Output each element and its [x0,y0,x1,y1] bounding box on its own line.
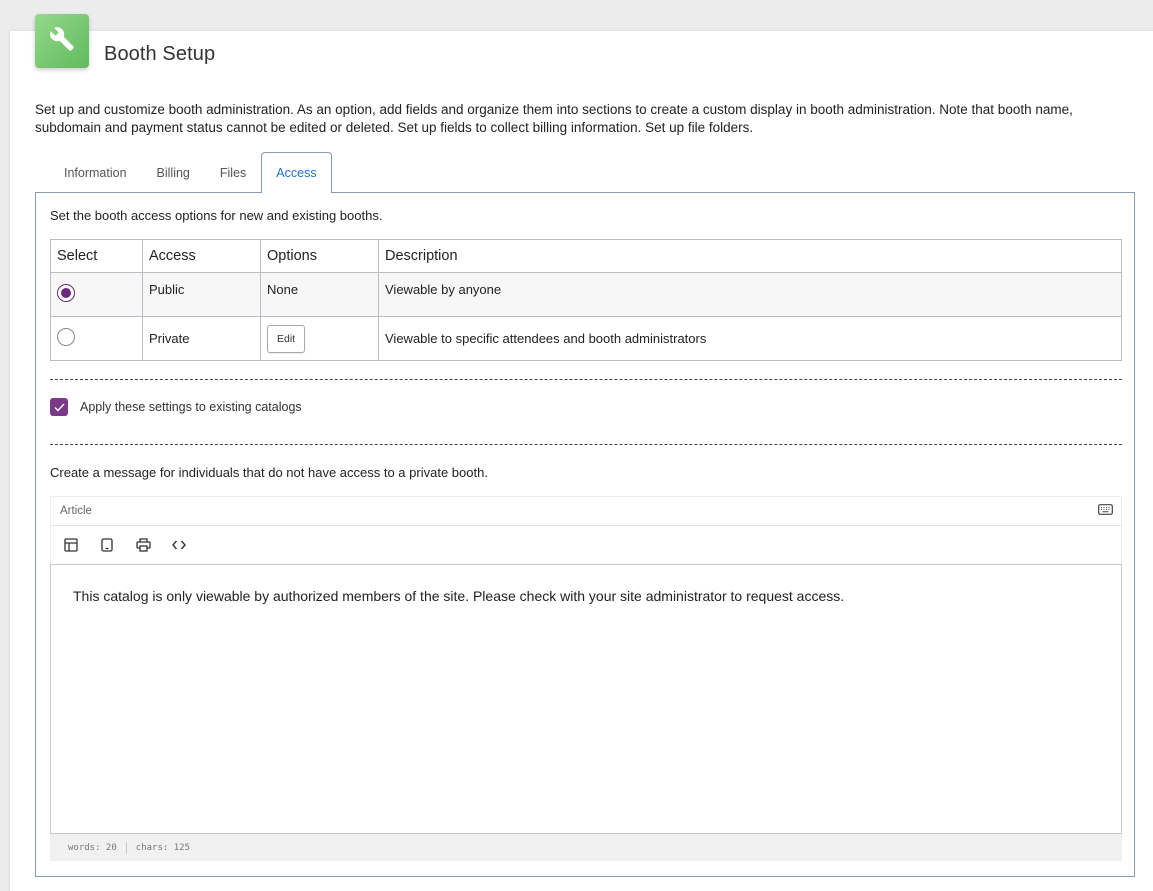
apply-existing-row: Apply these settings to existing catalog… [50,398,302,416]
page-title: Booth Setup [104,43,216,65]
access-cell: Public [142,272,261,317]
editor-toolbar [50,526,1122,564]
status-separator [125,841,127,854]
column-header: Description [378,239,1122,273]
tab-information[interactable]: Information [35,152,142,193]
intro-text: Set up and customize booth administratio… [35,102,1073,135]
access-lead: Set the booth access options for new and… [50,208,383,223]
column-header: Select [50,239,143,273]
rich-text-editor: Article This catalog is only viewable by… [50,496,1122,862]
word-count: words: 20 [68,842,117,853]
private-radio[interactable] [57,328,75,346]
access-cell: Private [142,316,261,361]
editor-content[interactable]: This catalog is only viewable by authori… [50,564,1122,834]
tab-files[interactable]: Files [205,152,261,193]
divider [50,379,1122,380]
access-panel: Set the booth access options for new and… [35,192,1135,877]
apply-existing-label: Apply these settings to existing catalog… [80,400,302,414]
apply-existing-checkbox[interactable] [50,398,68,416]
code-icon[interactable] [170,536,188,554]
message-lead: Create a message for individuals that do… [50,465,488,480]
table-row: Public None Viewable by anyone [50,272,1122,317]
column-header: Access [142,239,261,273]
wrench-icon [49,26,75,57]
check-icon [54,403,65,412]
print-icon[interactable] [134,536,152,554]
table-row: Private Edit Viewable to specific attend… [50,316,1122,361]
editor-status-bar: words: 20 chars: 125 [50,834,1122,861]
app-icon [35,14,89,68]
tab-access[interactable]: Access [261,152,332,193]
column-header: Options [260,239,379,273]
char-count: chars: 125 [135,842,190,853]
tab-bar: Information Billing Files Access [35,152,332,193]
keyboard-icon[interactable] [1098,502,1113,520]
divider [50,444,1122,445]
editor-label: Article [60,505,92,517]
table-header-row: Select Access Options Description [50,239,1122,273]
tablet-icon[interactable] [98,536,116,554]
options-cell: None [260,272,379,317]
editor-header: Article [50,496,1122,526]
layout-icon[interactable] [62,536,80,554]
description-cell: Viewable to specific attendees and booth… [378,316,1122,361]
edit-button[interactable]: Edit [267,324,306,353]
description-cell: Viewable by anyone [378,272,1122,317]
tab-billing[interactable]: Billing [142,152,205,193]
public-radio[interactable] [57,284,75,302]
access-table: Select Access Options Description Public… [50,239,1122,361]
